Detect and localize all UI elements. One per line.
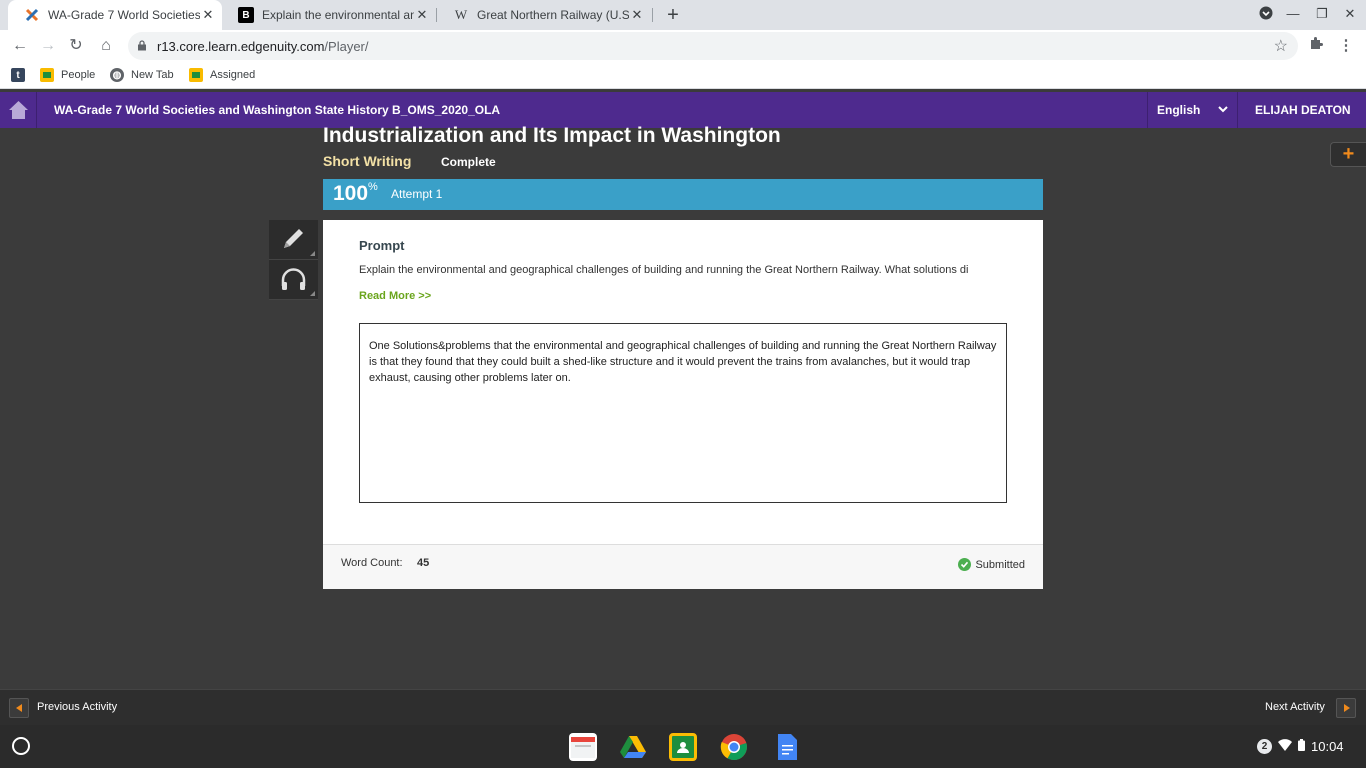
tab-separator (652, 8, 653, 22)
bookmark-tumblr[interactable]: t (11, 68, 32, 82)
word-count-value: 45 (417, 557, 430, 569)
close-tab-icon[interactable]: ✕ (414, 7, 430, 23)
close-window-icon[interactable]: ✕ (1340, 6, 1360, 22)
next-arrow-icon[interactable] (1336, 698, 1356, 718)
url-text: r13.core.learn.edgenuity.com/Player/ (157, 39, 369, 54)
kebab-menu-icon[interactable]: ⋮ (1336, 36, 1356, 56)
next-activity-button[interactable]: Next Activity (1265, 701, 1325, 713)
address-bar[interactable]: r13.core.learn.edgenuity.com/Player/ ☆ (128, 32, 1298, 60)
os-shelf: 2 10:04 (0, 725, 1366, 768)
side-toolbar (269, 220, 318, 300)
score-bar: 100% Attempt 1 (323, 179, 1043, 210)
close-tab-icon[interactable]: ✕ (629, 7, 645, 23)
wifi-icon (1278, 739, 1292, 754)
previous-arrow-icon[interactable] (9, 698, 29, 718)
chrome-icon[interactable] (720, 733, 748, 761)
score-number: 100 (333, 182, 369, 205)
house-icon (9, 101, 28, 119)
bookmark-label: Assigned (210, 69, 256, 81)
launcher-circle-icon[interactable] (12, 737, 30, 755)
attempt-label: Attempt 1 (391, 187, 443, 201)
short-writing-card: Prompt Explain the environmental and geo… (323, 220, 1043, 589)
activity-type: Short Writing (323, 153, 412, 169)
read-more-link[interactable]: Read More >> (359, 290, 431, 302)
score-value: 100% (333, 181, 378, 206)
bookmark-people[interactable]: People (40, 68, 95, 82)
bookmark-label: People (61, 69, 96, 81)
clock-time: 10:04 (1311, 739, 1344, 754)
reload-icon[interactable]: ↻ (66, 36, 86, 56)
tab-title: Great Northern Railway (U.S.) - Wikipedi… (477, 8, 629, 22)
forward-arrow-icon[interactable]: → (38, 36, 58, 56)
chevron-down-icon (1218, 106, 1228, 113)
plus-tools-button[interactable]: + (1330, 142, 1366, 167)
tab-edgenuity[interactable]: WA-Grade 7 World Societies and Washingto… (8, 0, 222, 30)
pencil-tool-button[interactable] (269, 220, 318, 260)
previous-activity-button[interactable]: Previous Activity (37, 701, 117, 713)
course-header: WA-Grade 7 World Societies and Washingto… (0, 92, 1366, 128)
home-icon[interactable]: ⌂ (96, 36, 116, 56)
notification-count-badge: 2 (1257, 739, 1272, 754)
language-label: English (1157, 103, 1201, 117)
bookmark-new-tab[interactable]: ◍ New Tab (110, 68, 174, 82)
battery-icon (1298, 739, 1305, 754)
google-docs-icon[interactable] (773, 733, 801, 761)
activity-navigation: Previous Activity Next Activity (0, 689, 1366, 725)
new-tab-plus-icon[interactable]: + (662, 4, 684, 26)
activity-status: Complete (441, 155, 496, 169)
url-host: r13.core.learn.edgenuity.com (157, 39, 325, 54)
headphones-icon (281, 268, 306, 290)
lesson-title: Industrialization and Its Impact in Wash… (323, 124, 781, 147)
answer-textbox[interactable]: One Solutions&problems that the environm… (359, 323, 1007, 503)
tab-brainly[interactable]: B Explain the environmental and geograph… (222, 0, 436, 30)
restore-icon[interactable]: ❐ (1312, 6, 1332, 22)
card-footer: Word Count: 45 Submitted (323, 544, 1043, 589)
user-name[interactable]: ELIJAH DEATON (1255, 103, 1351, 117)
files-app-icon[interactable] (569, 733, 597, 761)
pencil-icon (284, 229, 303, 248)
bookmarks-bar: t People ◍ New Tab Assigned (0, 62, 1366, 89)
url-path: /Player/ (324, 39, 369, 54)
home-button[interactable] (0, 92, 37, 128)
edgenuity-x-icon (24, 7, 40, 23)
tab-wikipedia[interactable]: W Great Northern Railway (U.S.) - Wikipe… (437, 0, 651, 30)
audio-tool-button[interactable] (269, 260, 318, 300)
submitted-status: Submitted (958, 558, 1025, 571)
browser-tabstrip: WA-Grade 7 World Societies and Washingto… (0, 0, 1366, 30)
bookmark-star-icon[interactable]: ☆ (1274, 36, 1288, 56)
browser-toolbar: ← → ↻ ⌂ r13.core.learn.edgenuity.com/Pla… (0, 30, 1366, 62)
status-tray[interactable]: 2 10:04 (1251, 725, 1366, 768)
bookmark-label: New Tab (131, 69, 174, 81)
google-drive-icon[interactable] (619, 733, 647, 761)
minimize-icon[interactable]: — (1283, 6, 1303, 21)
classroom-icon (189, 68, 203, 82)
tumblr-icon: t (11, 68, 25, 82)
course-title: WA-Grade 7 World Societies and Washingto… (54, 103, 501, 117)
lock-icon (138, 40, 146, 51)
back-arrow-icon[interactable]: ← (10, 36, 30, 56)
word-count-label: Word Count: (341, 557, 403, 569)
tab-title: Explain the environmental and geographic… (262, 8, 414, 22)
language-select[interactable]: English (1147, 92, 1238, 128)
prompt-heading: Prompt (359, 238, 405, 253)
close-tab-icon[interactable]: ✕ (200, 7, 216, 23)
score-unit: % (368, 181, 378, 193)
submitted-label: Submitted (975, 558, 1025, 571)
tab-search-icon[interactable] (1256, 6, 1276, 23)
extensions-puzzle-icon[interactable] (1306, 36, 1326, 56)
tab-title: WA-Grade 7 World Societies and Washingto… (48, 8, 200, 22)
bookmark-assigned[interactable]: Assigned (189, 68, 255, 82)
brainly-icon: B (238, 7, 254, 23)
check-circle-icon (958, 558, 972, 571)
classroom-icon (40, 68, 54, 82)
globe-icon: ◍ (110, 68, 124, 82)
google-classroom-icon[interactable] (669, 733, 697, 761)
wikipedia-icon: W (454, 7, 468, 22)
prompt-text: Explain the environmental and geographic… (359, 264, 969, 276)
